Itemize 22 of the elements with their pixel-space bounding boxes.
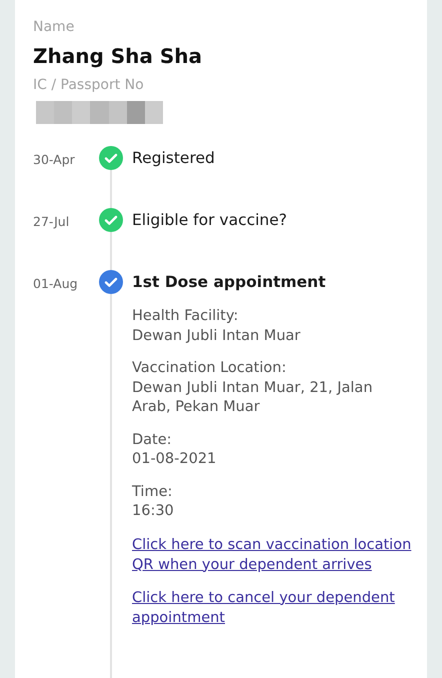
step-title: Registered: [132, 148, 215, 169]
detail-value: Dewan Jubli Intan Muar: [132, 326, 302, 346]
check-icon: [99, 208, 123, 232]
field-label: Name: [33, 18, 74, 37]
detail-label: Date:: [132, 430, 173, 450]
detail-label: Time:: [132, 482, 174, 502]
step-title: Eligible for vaccine?: [132, 210, 288, 231]
detail-value: Dewan Jubli Intan Muar, 21, Jalan Arab, Pekan Muar: [132, 378, 374, 417]
link[interactable]: Click here to cancel your dependent appointment: [132, 588, 422, 628]
detail-label: Health Facility:: [132, 307, 240, 326]
step-title: 1st Dose appointment: [132, 272, 326, 293]
detail-label: Vaccination Location:: [132, 359, 288, 378]
step-date: 01-Aug: [33, 275, 78, 293]
check-icon: [99, 270, 123, 294]
step-date: 30-Apr: [33, 151, 75, 169]
person-name: Zhang Sha Sha: [33, 43, 202, 69]
field-label: IC / Passport No: [33, 76, 144, 95]
link[interactable]: Click here to scan vaccination location QR when your dependent arrives: [132, 534, 422, 574]
step-date: 27-Jul: [33, 213, 70, 231]
detail-value: 01-08-2021: [132, 450, 218, 469]
detail-value: 16:30: [132, 502, 175, 521]
check-icon: [99, 146, 123, 170]
